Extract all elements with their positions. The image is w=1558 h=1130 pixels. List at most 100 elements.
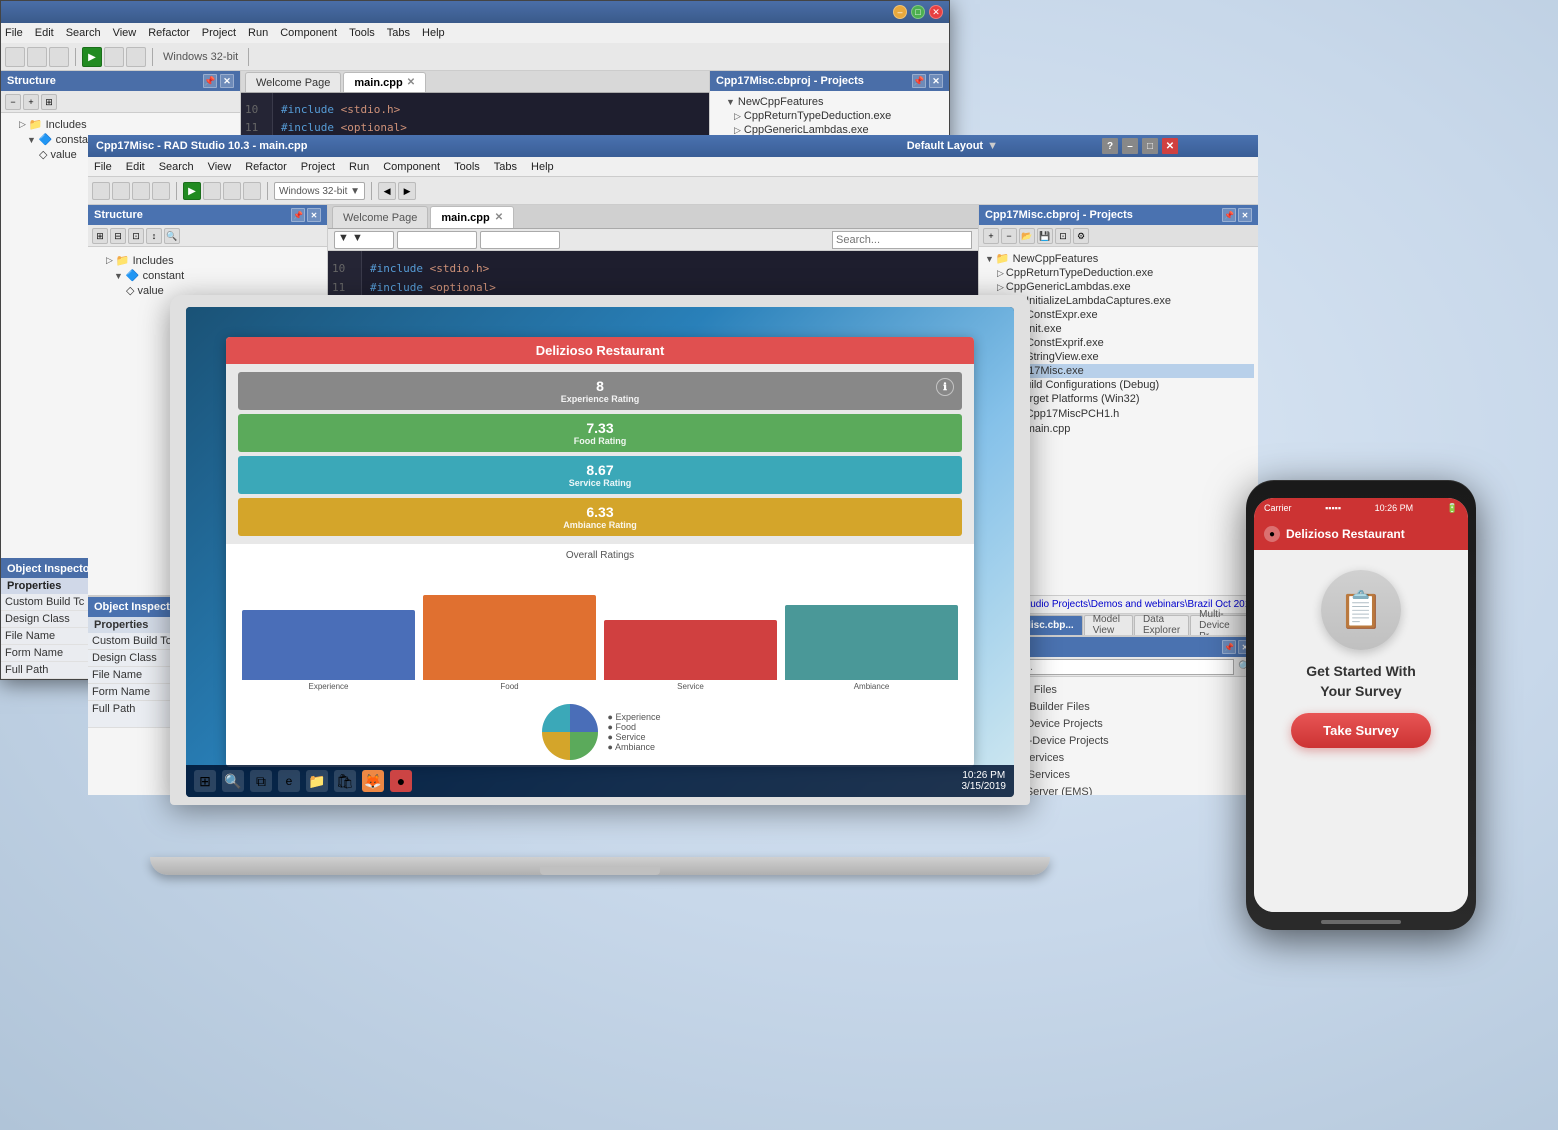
- menu-help-back[interactable]: Help: [422, 27, 445, 39]
- tb-step-front[interactable]: [243, 182, 261, 200]
- member-combo-front[interactable]: [397, 231, 477, 249]
- proj-save-front[interactable]: 💾: [1037, 228, 1053, 244]
- menu-refactor-back[interactable]: Refactor: [148, 27, 190, 39]
- toolbar-run-back[interactable]: ▶: [82, 47, 102, 67]
- taskbar-view[interactable]: ⧉: [250, 770, 272, 792]
- tb-forward-front[interactable]: ▶: [398, 182, 416, 200]
- menu-search-back[interactable]: Search: [66, 27, 101, 39]
- structure-close-front[interactable]: ✕: [307, 208, 321, 222]
- menu-tabs-back[interactable]: Tabs: [387, 27, 410, 39]
- toolbar-stop-back[interactable]: [126, 47, 146, 67]
- tree-collapse-front[interactable]: ⊟: [110, 228, 126, 244]
- proj-new-cpp-front[interactable]: ▼ 📁 NewCppFeatures: [983, 251, 1254, 266]
- btab-modelview-front[interactable]: Model View: [1084, 615, 1133, 635]
- tb-back-front[interactable]: ◀: [378, 182, 396, 200]
- proj-generic-front[interactable]: ▷ CppGenericLambdas.exe: [983, 280, 1254, 294]
- layout-dropdown-icon[interactable]: ▼: [987, 140, 998, 152]
- minimize-btn-front[interactable]: –: [1122, 138, 1138, 154]
- menu-run-front[interactable]: Run: [349, 161, 369, 173]
- taskbar-app[interactable]: ●: [390, 770, 412, 792]
- tree-expand-front[interactable]: ⊞: [92, 228, 108, 244]
- menu-view-front[interactable]: View: [208, 161, 232, 173]
- projects-pin-front[interactable]: 📌: [1222, 208, 1236, 222]
- tb-pause-front[interactable]: [203, 182, 221, 200]
- menu-project-front[interactable]: Project: [301, 161, 335, 173]
- toolbar-save-back[interactable]: [49, 47, 69, 67]
- tree-constant-front[interactable]: ▼ 🔷 constant: [94, 268, 321, 283]
- proj-filter-front[interactable]: ⊡: [1055, 228, 1071, 244]
- menu-tabs-front[interactable]: Tabs: [494, 161, 517, 173]
- btab-dataexplorer-front[interactable]: Data Explorer: [1134, 615, 1189, 635]
- taskbar-firefox[interactable]: 🦊: [362, 770, 384, 792]
- palette-pin-front[interactable]: 📌: [1222, 640, 1236, 654]
- tab-main-back[interactable]: main.cpp ✕: [343, 72, 426, 92]
- taskbar-start[interactable]: ⊞: [194, 770, 216, 792]
- menu-view-back[interactable]: View: [113, 27, 137, 39]
- menu-refactor-front[interactable]: Refactor: [245, 161, 287, 173]
- tb-save-all-front[interactable]: [152, 182, 170, 200]
- proj-open-front[interactable]: 📂: [1019, 228, 1035, 244]
- tree-includes-back[interactable]: ▷ 📁 Includes: [7, 117, 234, 132]
- menu-file-back[interactable]: File: [5, 27, 23, 39]
- menu-project-back[interactable]: Project: [202, 27, 236, 39]
- search-input-front[interactable]: [832, 231, 972, 249]
- close-btn-back[interactable]: ✕: [929, 5, 943, 19]
- proj-new-cpp-back[interactable]: ▼ NewCppFeatures: [714, 95, 945, 109]
- tree-includes-front[interactable]: ▷ 📁 Includes: [94, 253, 321, 268]
- tree-sort-front[interactable]: ↕: [146, 228, 162, 244]
- projects-close-back[interactable]: ✕: [929, 74, 943, 88]
- tree-filter-back[interactable]: ⊞: [41, 94, 57, 110]
- taskbar-store[interactable]: 🛍: [334, 770, 356, 792]
- menu-tools-front[interactable]: Tools: [454, 161, 480, 173]
- taskbar-search[interactable]: 🔍: [222, 770, 244, 792]
- proj-remove-front[interactable]: −: [1001, 228, 1017, 244]
- tree-filter-front[interactable]: ⊡: [128, 228, 144, 244]
- tb-stop-front[interactable]: [223, 182, 241, 200]
- scope-combo-front[interactable]: ▼ ▼: [334, 231, 394, 249]
- toolbar-open-back[interactable]: [27, 47, 47, 67]
- proj-return-front[interactable]: ▷ CppReturnTypeDeduction.exe: [983, 266, 1254, 280]
- toolbar-pause-back[interactable]: [104, 47, 124, 67]
- tab-welcome-back[interactable]: Welcome Page: [245, 72, 341, 92]
- proj-options-front[interactable]: ⚙: [1073, 228, 1089, 244]
- tab-main-close-front[interactable]: ✕: [495, 212, 503, 223]
- projects-pin-back[interactable]: 📌: [912, 74, 926, 88]
- taskbar-folder[interactable]: 📁: [306, 770, 328, 792]
- btab-multidevice-front[interactable]: Multi-Device Pr...: [1190, 615, 1254, 635]
- tb-platform-label[interactable]: Windows 32-bit ▼: [274, 182, 365, 200]
- maximize-btn-front[interactable]: □: [1142, 138, 1158, 154]
- tree-collapse-back[interactable]: −: [5, 94, 21, 110]
- menu-edit-front[interactable]: Edit: [126, 161, 145, 173]
- menu-edit-back[interactable]: Edit: [35, 27, 54, 39]
- menu-tools-back[interactable]: Tools: [349, 27, 375, 39]
- tab-main-front[interactable]: main.cpp ✕: [430, 206, 514, 228]
- proj-add-front[interactable]: +: [983, 228, 999, 244]
- projects-close-front[interactable]: ✕: [1238, 208, 1252, 222]
- close-btn-front[interactable]: ✕: [1162, 138, 1178, 154]
- menu-search-front[interactable]: Search: [159, 161, 194, 173]
- taskbar-edge[interactable]: e: [278, 770, 300, 792]
- tb-open-front[interactable]: [112, 182, 130, 200]
- tb-new-front[interactable]: [92, 182, 110, 200]
- tab-main-close-back[interactable]: ✕: [407, 77, 415, 88]
- menu-file-front[interactable]: File: [94, 161, 112, 173]
- structure-pin-back[interactable]: 📌: [203, 74, 217, 88]
- menu-run-back[interactable]: Run: [248, 27, 268, 39]
- maximize-btn-back[interactable]: □: [911, 5, 925, 19]
- take-survey-button[interactable]: Take Survey: [1291, 713, 1431, 748]
- tab-welcome-front[interactable]: Welcome Page: [332, 206, 428, 228]
- function-combo-front[interactable]: [480, 231, 560, 249]
- tb-save-front[interactable]: [132, 182, 150, 200]
- menu-component-front[interactable]: Component: [383, 161, 440, 173]
- tree-search-front[interactable]: 🔍: [164, 228, 180, 244]
- toolbar-new-back[interactable]: [5, 47, 25, 67]
- tb-run-front[interactable]: ▶: [183, 182, 201, 200]
- menu-help-front[interactable]: Help: [531, 161, 554, 173]
- tree-expand-back[interactable]: +: [23, 94, 39, 110]
- structure-pin-front[interactable]: 📌: [291, 208, 305, 222]
- structure-close-back[interactable]: ✕: [220, 74, 234, 88]
- help-btn-front[interactable]: ?: [1102, 138, 1118, 154]
- minimize-btn-back[interactable]: –: [893, 5, 907, 19]
- proj-return-back[interactable]: ▷ CppReturnTypeDeduction.exe: [714, 109, 945, 123]
- menu-component-back[interactable]: Component: [280, 27, 337, 39]
